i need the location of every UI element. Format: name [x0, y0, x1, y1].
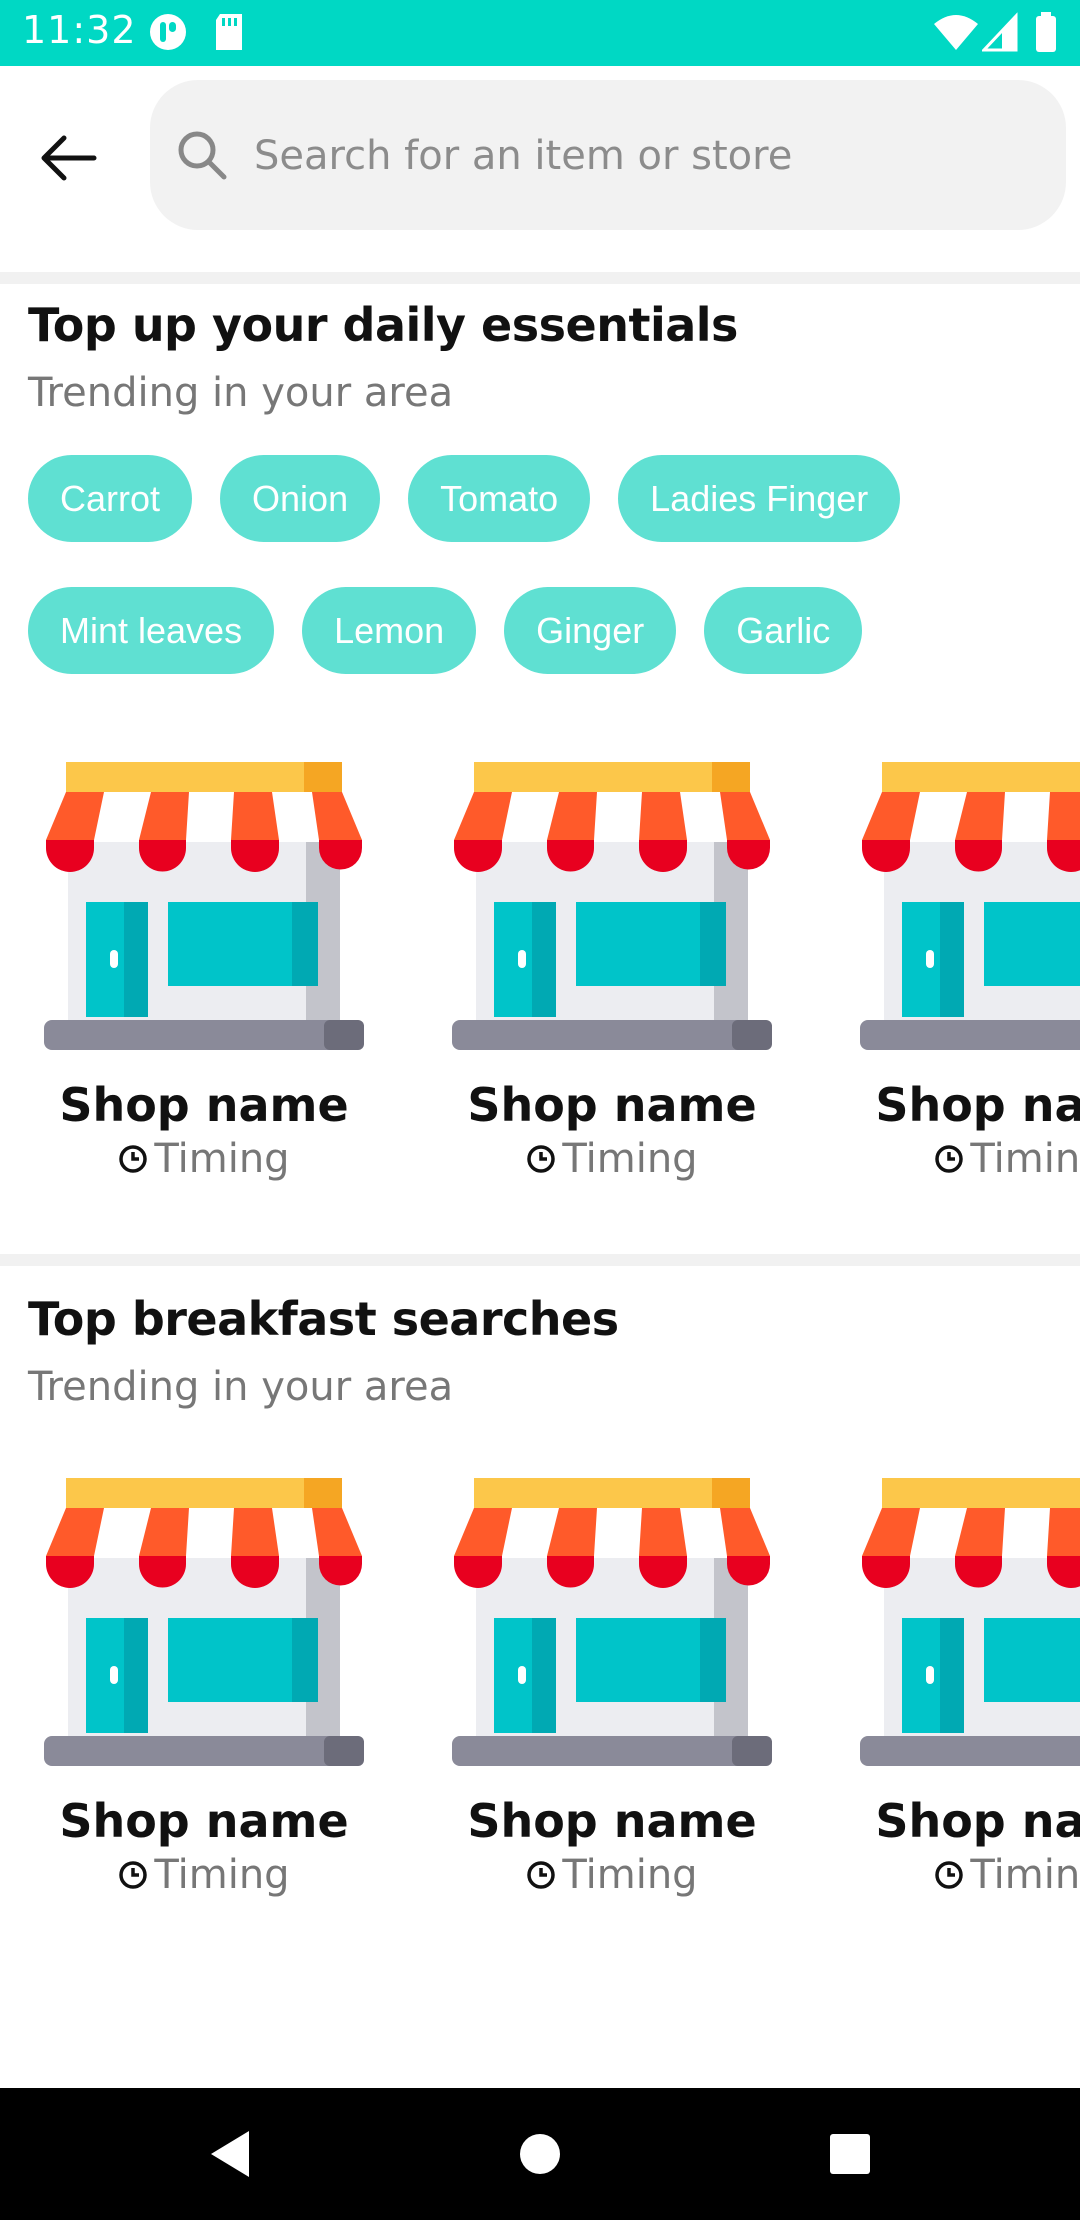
search-input[interactable] — [254, 120, 1034, 192]
clock-icon — [118, 1860, 148, 1890]
app-icon — [148, 12, 188, 56]
shop-timing: Timing — [934, 1136, 1080, 1182]
shop-card[interactable]: Shop name Timing — [39, 1478, 369, 1898]
timing-label: Timing — [562, 1852, 698, 1898]
section-title-breakfast: Top breakfast searches — [28, 1292, 619, 1346]
shop-card[interactable]: Shop name Timing — [855, 1478, 1080, 1898]
shop-timing: Timing — [526, 1136, 698, 1182]
chip-tomato[interactable]: Tomato — [408, 455, 591, 542]
home-nav-icon[interactable] — [510, 2124, 570, 2184]
recents-nav-icon[interactable] — [820, 2124, 880, 2184]
storefront-icon — [855, 762, 1080, 1052]
chip-onion[interactable]: Onion — [220, 455, 381, 542]
shop-name: Shop name — [59, 1078, 349, 1132]
battery-icon — [1034, 12, 1058, 56]
shop-timing: Timing — [118, 1852, 290, 1898]
status-bar: 11:32 — [0, 0, 1080, 66]
storefront-icon — [447, 1478, 777, 1768]
search-bar[interactable] — [150, 80, 1066, 230]
signal-icon — [980, 12, 1018, 56]
wifi-icon — [932, 12, 980, 56]
shop-carousel[interactable]: Shop name Timing Shop name Timing Shop n… — [0, 1478, 1080, 1958]
chip-ladies-finger[interactable]: Ladies Finger — [618, 455, 901, 542]
shop-card[interactable]: Shop name Timing — [855, 762, 1080, 1182]
divider — [0, 272, 1080, 284]
timing-label: Timing — [154, 1852, 290, 1898]
chip-mint-leaves[interactable]: Mint leaves — [28, 587, 275, 674]
clock-icon — [526, 1144, 556, 1174]
timing-label: Timing — [970, 1136, 1080, 1182]
timing-label: Timing — [562, 1136, 698, 1182]
storefront-icon — [39, 762, 369, 1052]
clock-icon — [934, 1144, 964, 1174]
clock-icon — [526, 1860, 556, 1890]
sd-card-icon — [212, 12, 246, 56]
chip-lemon[interactable]: Lemon — [302, 587, 477, 674]
search-icon — [176, 129, 228, 185]
shop-timing: Timing — [934, 1852, 1080, 1898]
chip-row: Carrot Onion Tomato Ladies Finger — [28, 455, 1068, 542]
shop-name: Shop name — [875, 1794, 1080, 1848]
shop-card[interactable]: Shop name Timing — [447, 1478, 777, 1898]
shop-timing: Timing — [526, 1852, 698, 1898]
back-button[interactable] — [28, 118, 108, 198]
system-nav-bar — [0, 2088, 1080, 2220]
status-time: 11:32 — [22, 8, 137, 52]
shop-card[interactable]: Shop name Timing — [447, 762, 777, 1182]
chip-ginger[interactable]: Ginger — [504, 587, 677, 674]
section-subtitle: Trending in your area — [28, 1364, 454, 1410]
top-bar — [0, 66, 1080, 272]
section-subtitle: Trending in your area — [28, 370, 454, 416]
shop-card[interactable]: Shop name Timing — [39, 762, 369, 1182]
chip-carrot[interactable]: Carrot — [28, 455, 193, 542]
chip-row: Mint leaves Lemon Ginger Garlic — [28, 587, 1068, 674]
section-title-daily-essentials: Top up your daily essentials — [28, 298, 738, 352]
shop-name: Shop name — [467, 1794, 757, 1848]
timing-label: Timing — [970, 1852, 1080, 1898]
clock-icon — [934, 1860, 964, 1890]
shop-name: Shop name — [467, 1078, 757, 1132]
chip-group: Carrot Onion Tomato Ladies Finger Mint l… — [28, 455, 1068, 719]
shop-carousel[interactable]: Shop name Timing Shop name Timing Shop n… — [0, 762, 1080, 1242]
chip-garlic[interactable]: Garlic — [704, 587, 863, 674]
arrow-left-icon — [41, 135, 97, 181]
shop-timing: Timing — [118, 1136, 290, 1182]
back-nav-icon[interactable] — [200, 2124, 260, 2184]
storefront-icon — [855, 1478, 1080, 1768]
clock-icon — [118, 1144, 148, 1174]
divider — [0, 1254, 1080, 1266]
timing-label: Timing — [154, 1136, 290, 1182]
shop-name: Shop name — [59, 1794, 349, 1848]
shop-name: Shop name — [875, 1078, 1080, 1132]
storefront-icon — [447, 762, 777, 1052]
storefront-icon — [39, 1478, 369, 1768]
